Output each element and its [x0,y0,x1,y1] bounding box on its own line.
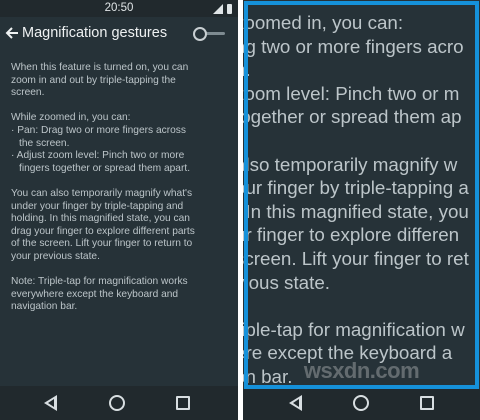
status-icons [213,4,232,14]
temporary-magnify-paragraph: You can also temporarily magnify what's … [11,187,195,262]
navigation-bar [0,386,238,420]
signal-icon [213,4,223,14]
watermark: wsxdn.com [303,358,420,383]
page-title: Magnification gestures [22,25,168,41]
magnification-toggle-switch[interactable] [193,27,227,41]
magnified-view[interactable]: zoomed in, you can: ag two or more finge… [243,0,480,389]
nav-recents-icon[interactable] [176,396,190,410]
description-text: When this feature is turned on, you can … [11,62,233,326]
zoomed-in-heading: While zoomed in, you can: [11,112,131,124]
nav-home-icon[interactable] [353,395,369,411]
status-time: 20:50 [104,2,134,14]
intro-paragraph: When this feature is turned on, you can … [11,62,189,99]
status-bar: 20:50 [0,0,238,17]
back-arrow-icon[interactable] [3,24,21,42]
nav-back-icon[interactable] [44,395,57,411]
battery-icon [227,4,232,14]
magnified-text: zoomed in, you can: ag two or more finge… [243,12,469,387]
navigation-bar-magnified [243,389,480,420]
toggle-thumb [193,27,207,41]
note-paragraph: Note: Triple-tap for magnification works… [11,276,188,313]
zoom-level-item: · Adjust zoom level: Pinch two or more [11,150,185,162]
nav-back-icon[interactable] [289,395,302,411]
action-bar: Magnification gestures [0,17,238,51]
magnified-screen: zoomed in, you can: ag two or more finge… [243,0,480,420]
nav-recents-icon[interactable] [420,396,434,410]
nav-home-icon[interactable] [109,395,125,411]
settings-screen: 20:50 Magnification gestures When this f… [0,0,238,420]
zoomed-in-paragraph: While zoomed in, you can: · Pan: Drag tw… [11,112,233,175]
pan-item: · Pan: Drag two or more fingers across [11,124,186,136]
